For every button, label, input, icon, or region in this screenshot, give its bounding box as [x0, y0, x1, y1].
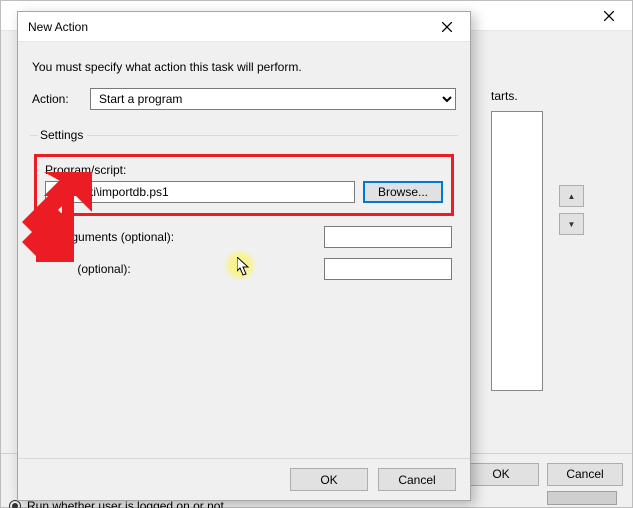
start-in-input[interactable] [324, 258, 452, 280]
dialog-content: You must specify what action this task w… [28, 54, 460, 454]
settings-legend: Settings [38, 128, 87, 142]
close-icon [442, 22, 452, 32]
cancel-button[interactable]: Cancel [378, 468, 456, 491]
dialog-titlebar[interactable]: New Action [18, 12, 470, 42]
parent-listbox[interactable] [491, 111, 543, 391]
action-label: Action: [32, 92, 90, 106]
browse-button[interactable]: Browse... [363, 181, 443, 203]
new-action-dialog: New Action You must specify what action … [17, 11, 471, 501]
parent-close-button[interactable] [586, 1, 632, 31]
add-arguments-label: Add arguments (optional): [36, 230, 174, 244]
program-script-label: Program/script: [45, 163, 443, 177]
highlight-annotation: Program/script: Browse... [34, 154, 454, 216]
dialog-title: New Action [28, 20, 88, 34]
dialog-close-button[interactable] [424, 12, 470, 42]
parent-move-down-button[interactable]: ▼ [559, 213, 584, 235]
program-script-input[interactable] [45, 181, 355, 203]
ok-button[interactable]: OK [290, 468, 368, 491]
add-arguments-input[interactable] [324, 226, 452, 248]
action-select[interactable]: Start a program [90, 88, 456, 110]
parent-cancel-button[interactable]: Cancel [547, 463, 623, 486]
parent-ok-button[interactable]: OK [463, 463, 539, 486]
settings-group: Settings Program/script: Browse... Add a… [30, 128, 458, 280]
dialog-button-bar: OK Cancel [18, 458, 470, 500]
close-icon [604, 11, 614, 21]
parent-move-up-button[interactable]: ▲ [559, 185, 584, 207]
radio-icon [9, 500, 21, 508]
start-in-label: Start in (optional): [36, 262, 131, 276]
instruction-text: You must specify what action this task w… [32, 60, 456, 74]
parent-text-fragment: tarts. [491, 89, 518, 103]
parent-scrollbar-thumb[interactable] [547, 491, 617, 505]
